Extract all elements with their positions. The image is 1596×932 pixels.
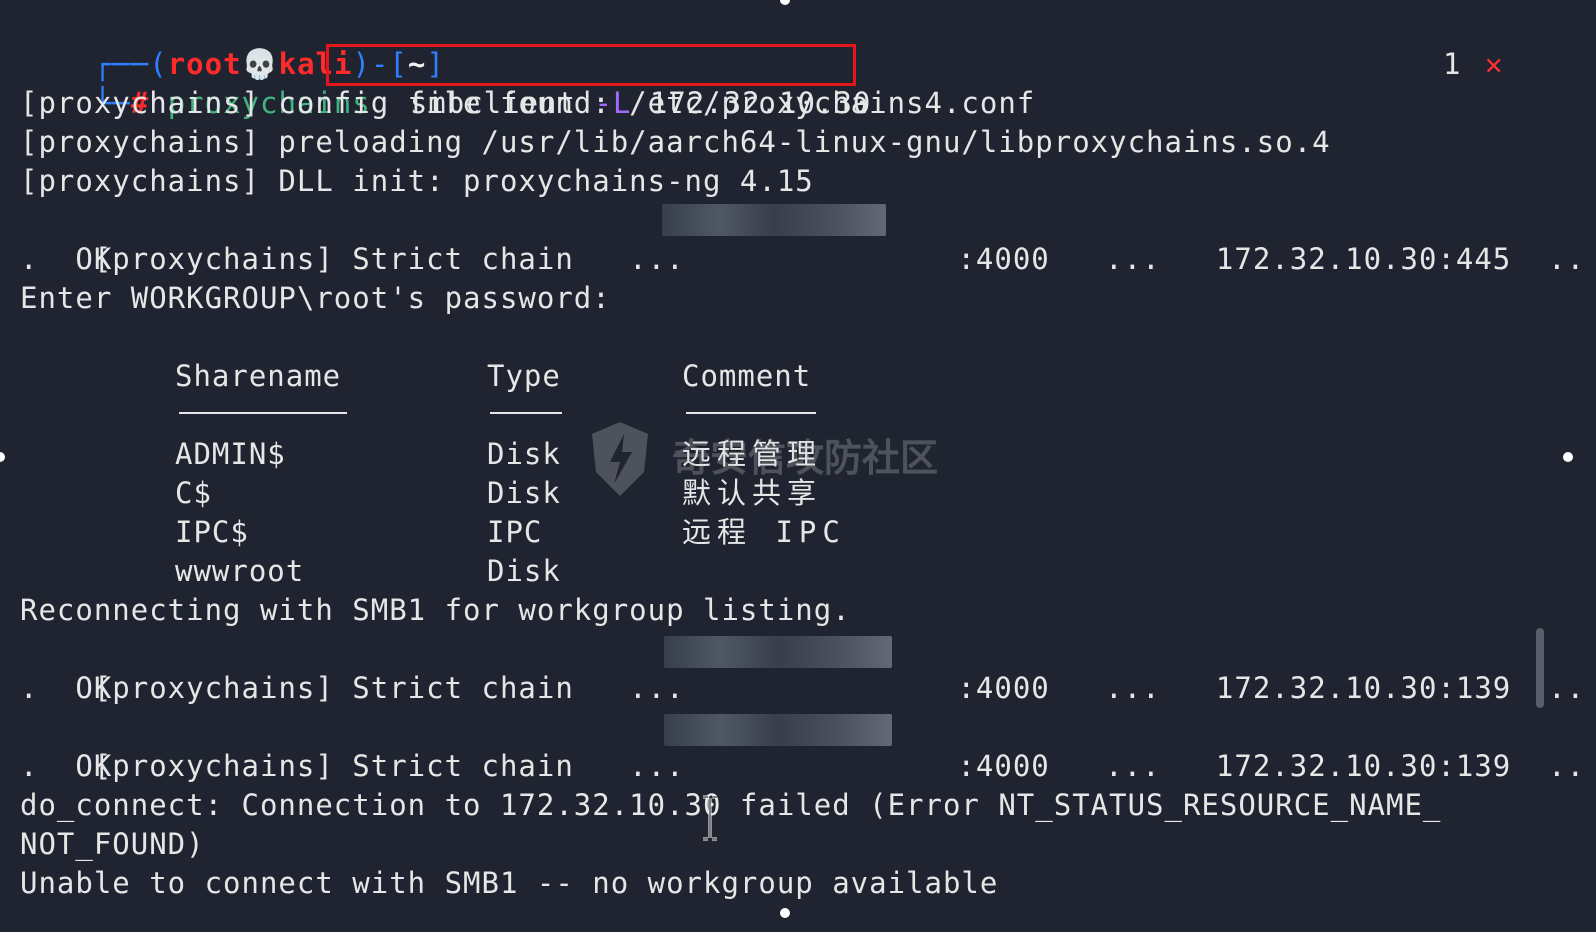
share-type: IPC: [487, 515, 543, 549]
text-cursor-icon: [703, 795, 717, 841]
header-underline: [179, 412, 347, 414]
exit-code: 1: [1443, 47, 1462, 81]
header-type: Type: [487, 359, 561, 393]
header-underline: [686, 412, 816, 414]
chain-suffix: :4000 ... 172.32.10.30:139 ..: [957, 749, 1586, 783]
chain-suffix: :4000 ... 172.32.10.30:445 ..: [957, 242, 1586, 276]
share-name: wwwroot: [175, 554, 305, 588]
selection-handle[interactable]: [1563, 452, 1573, 462]
output-line: . OK: [20, 242, 113, 276]
share-type: Disk: [487, 437, 561, 471]
prompt-command-line: └─# proxychains: [20, 45, 371, 120]
chain-prefix: [proxychains] Strict chain ...: [93, 671, 722, 705]
watermark-logo-icon: [592, 422, 648, 496]
error-line: do_connect: Connection to 172.32.10.30 f…: [20, 788, 1442, 822]
share-type: Disk: [487, 476, 561, 510]
output-line: . OK: [20, 749, 113, 783]
output-line: Unable to connect with SMB1 -- no workgr…: [20, 866, 999, 900]
chain-prefix: [proxychains] Strict chain ...: [93, 749, 722, 783]
output-line: [proxychains] config file found: /etc/pr…: [20, 86, 1036, 120]
watermark-text: 奇安信攻防社区: [672, 436, 939, 480]
share-name: ADMIN$: [175, 437, 286, 471]
output-line: . OK: [20, 671, 113, 705]
share-type: Disk: [487, 554, 561, 588]
redaction-blur: [664, 714, 892, 746]
redaction-blur: [662, 204, 886, 236]
output-line: Reconnecting with SMB1 for workgroup lis…: [20, 593, 851, 627]
error-line: NOT_FOUND): [20, 827, 205, 861]
chain-prefix: [proxychains] Strict chain ...: [93, 242, 722, 276]
redaction-blur: [664, 636, 892, 668]
prompt-top-line: ┌──(root💀kali)-[~]: [20, 6, 445, 81]
output-line: [proxychains] DLL init: proxychains-ng 4…: [20, 164, 814, 198]
chain-suffix: :4000 ... 172.32.10.30:139 ..: [957, 671, 1586, 705]
share-comment: 远程 IPC: [682, 515, 846, 549]
share-name: IPC$: [175, 515, 249, 549]
command-text: smbclient -L 172.32.10.30: [336, 45, 871, 120]
scrollbar-thumb[interactable]: [1536, 628, 1544, 708]
share-name: C$: [175, 476, 212, 510]
header-comment: Comment: [682, 359, 812, 393]
selection-handle[interactable]: [780, 908, 790, 918]
selection-handle[interactable]: [0, 452, 5, 462]
error-icon: ✕: [1485, 47, 1504, 81]
header-sharename: Sharename: [175, 359, 342, 393]
output-line: [proxychains] preloading /usr/lib/aarch6…: [20, 125, 1331, 159]
password-prompt: Enter WORKGROUP\root's password:: [20, 281, 611, 315]
header-underline: [490, 412, 562, 414]
